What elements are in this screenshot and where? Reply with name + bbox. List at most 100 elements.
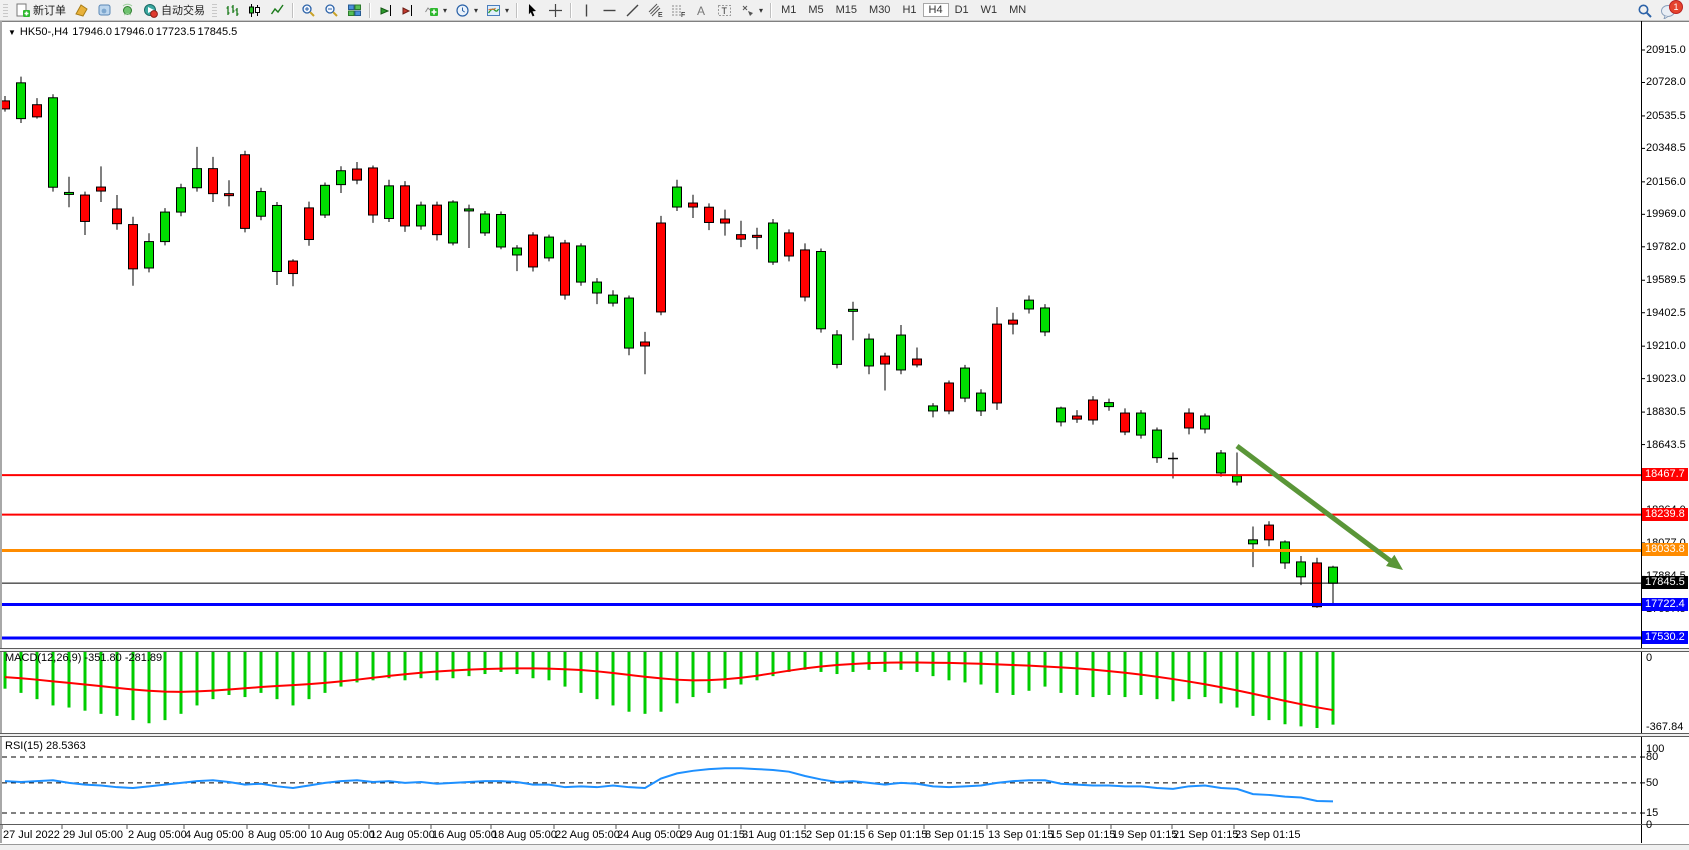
metatrader-window: 新订单 自动交易 [0,0,1689,850]
channel-button[interactable]: E [644,1,667,19]
y-axis-tick-label: 20348.5 [1646,142,1686,154]
symbol-period: HK50-,H4 [20,26,68,38]
macd-axis-top: 0 [1646,652,1652,664]
horizontal-line-button[interactable] [598,1,621,19]
toolbar-grip [3,4,8,17]
label-button[interactable]: T [713,1,736,19]
arrows-button[interactable]: ▾ [736,1,767,19]
y-axis-tick-label: 19402.5 [1646,307,1686,319]
auto-scroll-button[interactable] [374,1,397,19]
fibonacci-button[interactable]: F [667,1,690,19]
macd-signal-line [5,663,1333,711]
new-order-label: 新订单 [33,2,66,18]
line-chart-button[interactable] [266,1,289,19]
trend-arrow[interactable] [1237,446,1392,562]
label-icon: T [717,3,732,18]
trendline-button[interactable] [621,1,644,19]
pane-splitter[interactable] [0,648,1689,652]
vertical-line-button[interactable] [575,1,598,19]
y-axis-tick-label: 19782.0 [1646,241,1686,253]
x-axis-label: 19 Sep 01:15 [1112,829,1177,841]
tab-timeframe-M30[interactable]: M30 [863,3,896,17]
zoom-in-button[interactable] [297,1,320,19]
y-axis-tick-label: 20915.0 [1646,44,1686,56]
price-line-label: 18239.8 [1642,508,1688,521]
rsi-line [5,768,1333,801]
tab-timeframe-D1[interactable]: D1 [949,3,975,17]
periods-icon [455,3,470,18]
zoom-out-button[interactable] [320,1,343,19]
tab-timeframe-H4[interactable]: H4 [923,3,949,17]
rsi-axis-label: 80 [1646,751,1658,763]
rsi-axis-label: 15 [1646,807,1658,819]
fibonacci-icon: F [671,3,686,18]
tab-timeframe-M15[interactable]: M15 [830,3,863,17]
text-button[interactable]: A [690,1,713,19]
x-axis-label: 2 Sep 01:15 [806,829,865,841]
tab-timeframe-M1[interactable]: M1 [775,3,802,17]
arrows-icon [740,3,755,18]
chat-badge: 1 [1669,0,1683,14]
horizontal-line-icon [602,3,617,18]
x-axis-label: 8 Sep 01:15 [925,829,984,841]
periods-button[interactable]: ▾ [451,1,482,19]
chart-shift-button[interactable] [397,1,420,19]
algo-trading-icon [143,3,158,18]
svg-text:T: T [722,6,728,16]
crosshair-button[interactable] [544,1,567,19]
tile-windows-icon [347,3,362,18]
x-axis-label: 2 Aug 05:00 [128,829,187,841]
line-chart-icon [270,3,285,18]
charts-icon [97,3,112,18]
chevron-down-icon: ▾ [443,6,447,15]
x-axis-label: 21 Sep 01:15 [1173,829,1238,841]
ohlc-low: 17723.5 [156,26,196,38]
algo-trading-button[interactable]: 自动交易 [139,1,209,19]
pane-splitter[interactable] [0,733,1689,737]
templates-button[interactable]: ▾ [482,1,513,19]
zoom-out-icon [324,3,339,18]
pane-splitter [0,824,1689,826]
tile-windows-button[interactable] [343,1,366,19]
templates-icon [486,3,501,18]
y-axis-tick-label: 18830.5 [1646,406,1686,418]
ohlc-close: 17845.5 [198,26,238,38]
rsi-axis-label: 0 [1646,819,1652,831]
tab-timeframe-W1[interactable]: W1 [975,3,1004,17]
rsi-pane [2,757,1645,813]
price-line-label: 17845.5 [1642,576,1688,589]
cursor-icon [525,3,540,18]
price-axis-border [1641,21,1642,843]
profile-button[interactable] [70,1,93,19]
signals-button[interactable] [116,1,139,19]
vertical-line-icon [579,3,594,18]
x-axis-label: 23 Sep 01:15 [1235,829,1300,841]
tab-timeframe-M5[interactable]: M5 [802,3,829,17]
chat-button[interactable]: 1 [1656,1,1679,19]
symbol-dropdown-icon[interactable]: ▼ [8,28,16,37]
charts-button[interactable] [93,1,116,19]
chevron-down-icon: ▾ [474,6,478,15]
auto-scroll-icon [378,3,393,18]
tab-timeframe-MN[interactable]: MN [1003,3,1032,17]
toolbar-separator [770,3,772,18]
x-axis-label: 15 Sep 01:15 [1050,829,1115,841]
x-axis-label: 4 Aug 05:00 [185,829,244,841]
signals-icon [120,3,135,18]
chart-canvas[interactable] [0,21,1689,850]
x-axis-label: 22 Aug 05:00 [555,829,620,841]
x-axis-label: 6 Sep 01:15 [868,829,927,841]
rsi-label: RSI(15) 28.5363 [5,740,86,752]
candlestick-button[interactable] [243,1,266,19]
bar-chart-button[interactable] [220,1,243,19]
chart-window[interactable]: ▼ HK50-,H4 17946.0 17946.0 17723.5 17845… [0,21,1689,850]
cursor-button[interactable] [521,1,544,19]
indicators-icon [424,3,439,18]
trendline-icon [625,3,640,18]
price-line-label: 18467.7 [1642,468,1688,481]
tab-timeframe-H1[interactable]: H1 [896,3,922,17]
indicators-button[interactable]: ▾ [420,1,451,19]
x-axis-label: 31 Aug 01:15 [742,829,807,841]
search-button[interactable] [1633,1,1656,19]
new-order-button[interactable]: 新订单 [11,1,70,19]
